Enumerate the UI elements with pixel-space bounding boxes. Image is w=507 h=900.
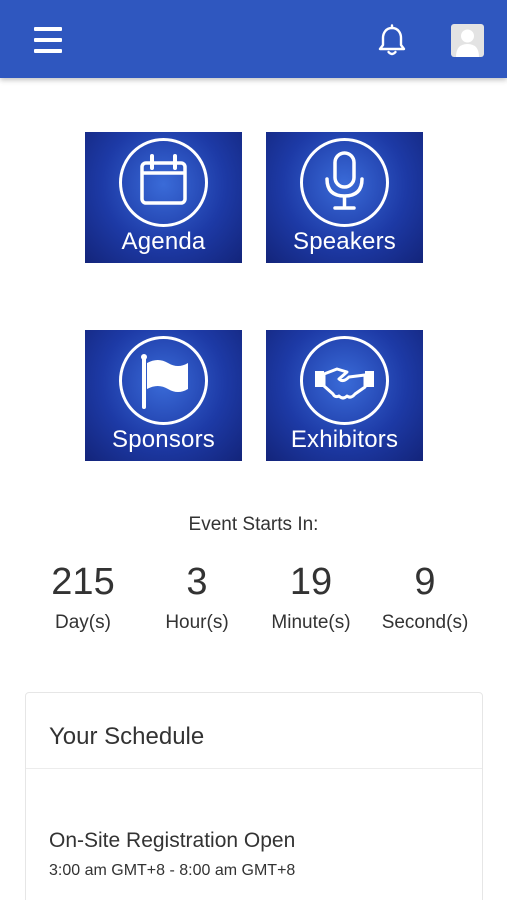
agenda-tile[interactable]: Agenda [85,132,242,263]
bell-icon[interactable] [376,24,408,58]
flag-icon [119,336,208,425]
schedule-card: Your Schedule On-Site Registration Open … [25,692,483,900]
microphone-icon [300,138,389,227]
user-avatar-icon[interactable] [451,24,484,57]
exhibitors-tile[interactable]: Exhibitors [266,330,423,461]
countdown-hours-label: Hour(s) [165,612,229,633]
countdown-days: 215 Day(s) [28,560,138,634]
calendar-icon [119,138,208,227]
countdown-minutes-label: Minute(s) [271,612,351,633]
countdown-seconds-value: 9 [414,561,436,603]
countdown-hours: 3 Hour(s) [142,560,252,634]
speakers-tile[interactable]: Speakers [266,132,423,263]
handshake-icon [300,336,389,425]
schedule-title: Your Schedule [26,693,482,769]
schedule-item-title[interactable]: On-Site Registration Open [49,829,295,853]
speakers-tile-label: Speakers [293,228,396,255]
countdown-days-label: Day(s) [55,612,111,633]
top-app-bar [0,0,507,78]
countdown-days-value: 215 [51,561,115,603]
exhibitors-tile-label: Exhibitors [290,426,399,453]
agenda-tile-label: Agenda [121,228,206,255]
countdown-minutes-value: 19 [289,561,333,603]
countdown-title: Event Starts In: [188,514,319,535]
countdown-seconds-label: Second(s) [381,612,469,633]
countdown-seconds: 9 Second(s) [370,560,480,634]
countdown-minutes: 19 Minute(s) [256,560,366,634]
countdown-hours-value: 3 [186,561,208,603]
sponsors-tile[interactable]: Sponsors [85,330,242,461]
hamburger-menu-icon[interactable] [34,26,64,54]
schedule-item-time: 3:00 am GMT+8 - 8:00 am GMT+8 [49,862,296,879]
sponsors-tile-label: Sponsors [112,426,215,453]
